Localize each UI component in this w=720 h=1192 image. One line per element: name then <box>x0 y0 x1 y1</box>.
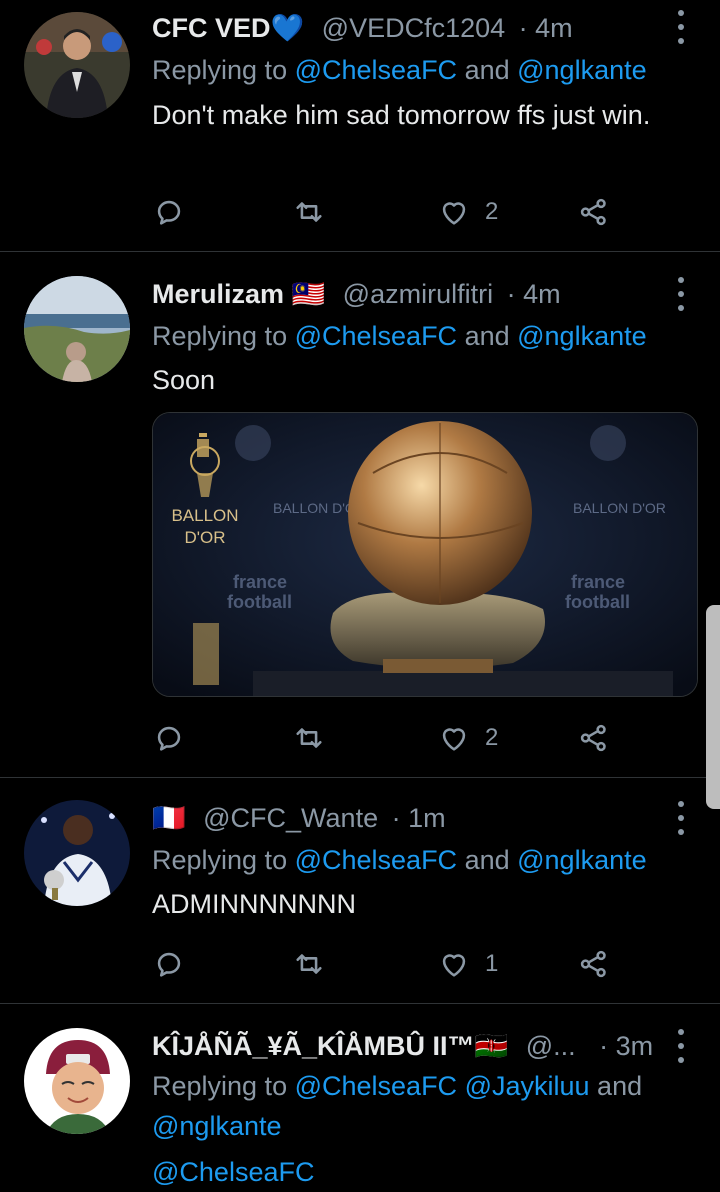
reply-icon <box>152 195 186 229</box>
avatar-image <box>24 12 130 118</box>
tweet-text[interactable]: @ChelseaFC <box>152 1152 672 1192</box>
retweet-button[interactable] <box>292 718 326 758</box>
avatar[interactable] <box>24 1028 130 1134</box>
more-icon[interactable] <box>676 10 686 44</box>
logo-text: BALLON <box>171 506 238 525</box>
tweet-header: 🇫🇷 @CFC_Wante · 1m <box>152 798 446 838</box>
retweet-button[interactable] <box>292 944 326 984</box>
tweet-media-image[interactable]: BALLON D'OR BALLON D'OR BALLON D'OR fran… <box>152 412 698 697</box>
reply-icon <box>152 947 186 981</box>
tweet-text: Don't make him sad tomorrow ffs just win… <box>152 100 651 130</box>
handle[interactable]: @azmirulfitri <box>343 279 493 309</box>
like-icon <box>437 195 471 229</box>
connector: and <box>457 55 518 85</box>
banner-text: BALLON D'OR <box>573 500 666 516</box>
mention-link[interactable]: @ChelseaFC <box>295 1071 457 1101</box>
display-name[interactable]: KÎJÅÑÃ_¥Ã_KÎÅMBÛ II™🇰🇪 <box>152 1031 508 1061</box>
tweet-text: Soon <box>152 365 216 395</box>
share-icon <box>577 721 611 755</box>
share-icon <box>577 195 611 229</box>
tweet-actions: 2 <box>152 192 622 232</box>
share-button[interactable] <box>577 192 611 232</box>
sign-text: france <box>233 572 287 592</box>
like-button[interactable]: 1 <box>437 944 498 984</box>
tweet-3[interactable]: 🇫🇷 @CFC_Wante · 1m Replying to @ChelseaF… <box>0 778 720 1002</box>
replying-prefix: Replying to <box>152 55 295 85</box>
display-name[interactable]: 🇫🇷 <box>152 803 186 833</box>
replying-to: Replying to @ChelseaFC and @nglkante <box>152 50 697 90</box>
sign-text: football <box>565 592 630 612</box>
replying-prefix: Replying to <box>152 845 295 875</box>
tweet-header: CFC VED💙 @VEDCfc1204 · 4m <box>152 8 573 48</box>
avatar-image <box>24 276 130 382</box>
mention-link[interactable]: @nglkante <box>517 321 647 351</box>
handle[interactable]: @CFC_Wante <box>203 803 378 833</box>
reply-button[interactable] <box>152 944 186 984</box>
avatar-image <box>24 800 130 906</box>
more-icon[interactable] <box>676 801 686 835</box>
connector: and <box>589 1071 643 1101</box>
reply-icon <box>152 721 186 755</box>
retweet-icon <box>292 947 326 981</box>
tweet-actions: 2 <box>152 718 622 758</box>
replying-prefix: Replying to <box>152 321 295 351</box>
reply-button[interactable] <box>152 192 186 232</box>
like-icon <box>437 947 471 981</box>
tweet-1[interactable]: CFC VED💙 @VEDCfc1204 · 4m Replying to @C… <box>0 0 720 250</box>
tweet-2[interactable]: Merulizam 🇲🇾 @azmirulfitri · 4m Replying… <box>0 252 720 776</box>
replying-to: Replying to @ChelseaFC @Jaykiluu and @ng… <box>152 1066 697 1146</box>
connector: and <box>457 321 518 351</box>
timestamp[interactable]: · 4m <box>519 13 573 43</box>
retweet-button[interactable] <box>292 192 326 232</box>
mention-link[interactable]: @nglkante <box>517 845 647 875</box>
avatar-image <box>24 1028 130 1134</box>
tweet-4[interactable]: KÎJÅÑÃ_¥Ã_KÎÅMBÛ II™🇰🇪 @... · 3m Replyin… <box>0 1004 720 1191</box>
like-count: 1 <box>485 950 499 977</box>
timestamp[interactable]: · 3m <box>599 1031 653 1061</box>
replying-to: Replying to @ChelseaFC and @nglkante <box>152 316 697 356</box>
more-icon[interactable] <box>676 1029 686 1063</box>
like-icon <box>437 721 471 755</box>
share-icon <box>577 947 611 981</box>
avatar[interactable] <box>24 800 130 906</box>
mention-link[interactable]: @nglkante <box>152 1111 282 1141</box>
like-count: 2 <box>485 198 499 225</box>
share-button[interactable] <box>577 718 611 758</box>
sign-text: football <box>227 592 292 612</box>
tweet-header: KÎJÅÑÃ_¥Ã_KÎÅMBÛ II™🇰🇪 @... · 3m <box>152 1026 653 1066</box>
share-button[interactable] <box>577 944 611 984</box>
handle[interactable]: @... <box>526 1031 576 1061</box>
sign-text: france <box>571 572 625 592</box>
ballon-dor-photo: BALLON D'OR BALLON D'OR BALLON D'OR fran… <box>153 413 697 696</box>
like-button[interactable]: 2 <box>437 192 498 232</box>
tweet-actions: 1 <box>152 944 622 984</box>
tweet-header: Merulizam 🇲🇾 @azmirulfitri · 4m <box>152 274 561 314</box>
timestamp[interactable]: · 1m <box>392 803 446 833</box>
display-name[interactable]: CFC VED💙 <box>152 13 304 43</box>
display-name[interactable]: Merulizam 🇲🇾 <box>152 279 325 309</box>
mention-link[interactable]: @Jaykiluu <box>465 1071 590 1101</box>
retweet-icon <box>292 721 326 755</box>
retweet-icon <box>292 195 326 229</box>
tweet-text: ADMINNNNNNN <box>152 889 356 919</box>
replying-prefix: Replying to <box>152 1071 295 1101</box>
replying-to: Replying to @ChelseaFC and @nglkante <box>152 840 697 880</box>
mention-link[interactable]: @nglkante <box>517 55 647 85</box>
mention-link[interactable]: @ChelseaFC <box>295 845 457 875</box>
timestamp[interactable]: · 4m <box>507 279 561 309</box>
mention-link[interactable]: @ChelseaFC <box>295 55 457 85</box>
reply-button[interactable] <box>152 718 186 758</box>
more-icon[interactable] <box>676 277 686 311</box>
like-button[interactable]: 2 <box>437 718 498 758</box>
handle[interactable]: @VEDCfc1204 <box>322 13 506 43</box>
avatar[interactable] <box>24 12 130 118</box>
scrollbar-thumb[interactable] <box>706 605 720 809</box>
mention-link[interactable]: @ChelseaFC <box>295 321 457 351</box>
avatar[interactable] <box>24 276 130 382</box>
logo-text: D'OR <box>184 528 225 547</box>
like-count: 2 <box>485 724 499 751</box>
connector: and <box>457 845 518 875</box>
